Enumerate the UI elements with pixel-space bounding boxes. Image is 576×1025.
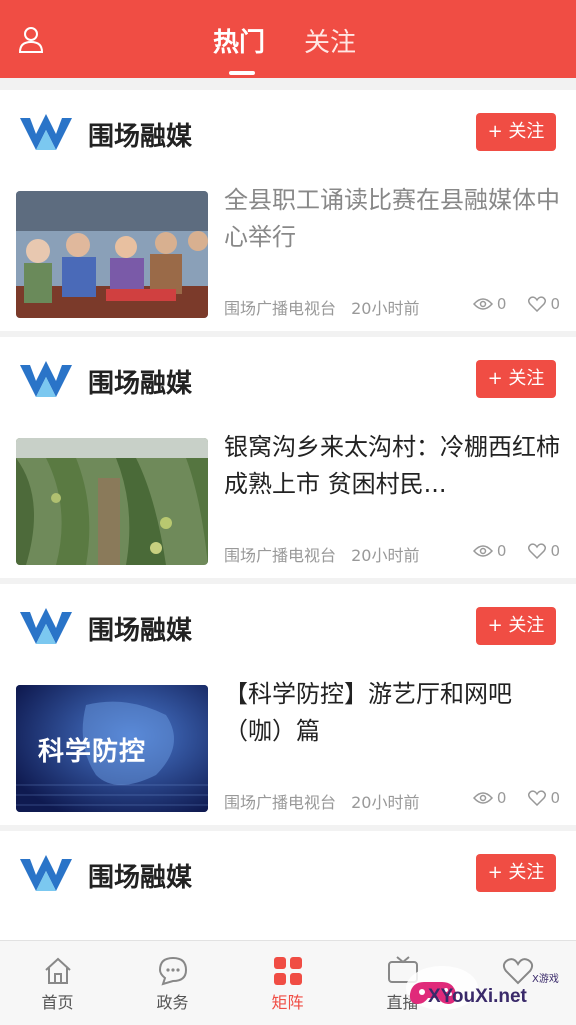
- nav-label: 政务: [156, 993, 189, 1012]
- follow-button[interactable]: + 关注: [476, 360, 556, 398]
- news-title[interactable]: 【科学防控】游艺厅和网吧（咖）篇: [224, 676, 560, 750]
- source-logo: [20, 608, 72, 644]
- news-stats: 0 0: [472, 295, 560, 313]
- like-icon[interactable]: [528, 296, 547, 312]
- source-name[interactable]: 围场融媒: [88, 363, 192, 400]
- publisher-name: 围场广播电视台: [224, 546, 337, 565]
- news-stats: 0 0: [472, 789, 560, 807]
- news-title[interactable]: 全县职工诵读比赛在县融媒体中心举行: [224, 182, 560, 256]
- source-name[interactable]: 围场融媒: [88, 116, 192, 153]
- news-thumbnail[interactable]: [16, 438, 208, 565]
- views-count: 0: [496, 295, 507, 313]
- publish-time: 20小时前: [351, 793, 420, 812]
- home-icon: [45, 957, 71, 984]
- news-card[interactable]: 围场融媒 + 关注 银窝沟乡来太沟村：冷棚西红柿成熟上市 贫困村民... 围场广…: [0, 337, 576, 578]
- views-icon: [472, 298, 493, 310]
- publisher-name: 围场广播电视台: [224, 793, 337, 812]
- source-name[interactable]: 围场融媒: [88, 857, 192, 894]
- follow-button[interactable]: + 关注: [476, 854, 556, 892]
- views-icon: [472, 792, 493, 804]
- nav-label: 矩阵: [271, 993, 304, 1012]
- nav-label: 首页: [41, 993, 74, 1012]
- tab-follow[interactable]: 关注: [304, 22, 356, 59]
- news-thumbnail[interactable]: [16, 191, 208, 318]
- watermark-text: XYouXi.net: [428, 986, 527, 1007]
- tab-hot[interactable]: 热门: [213, 22, 265, 59]
- chat-icon: [158, 956, 188, 986]
- views-count: 0: [496, 789, 507, 807]
- likes-count: 0: [550, 789, 560, 807]
- news-card[interactable]: 围场融媒 + 关注 科学防控 【科学防控】游艺厅和网吧（咖）篇 围场广播电视台 …: [0, 584, 576, 825]
- news-meta: 围场广播电视台 20小时前: [224, 789, 429, 813]
- grid-icon: [274, 957, 302, 985]
- news-title[interactable]: 银窝沟乡来太沟村：冷棚西红柿成熟上市 贫困村民...: [224, 429, 560, 503]
- publish-time: 20小时前: [351, 299, 420, 318]
- news-card[interactable]: 围场融媒 + 关注 全县职工诵读比赛在县融媒体中心举行 围场广播电视台 20小时…: [0, 90, 576, 331]
- news-meta: 围场广播电视台 20小时前: [224, 295, 429, 319]
- source-logo: [20, 361, 72, 397]
- news-thumbnail[interactable]: 科学防控: [16, 685, 208, 812]
- nav-item-matrix[interactable]: 矩阵: [230, 941, 345, 1025]
- source-name[interactable]: 围场融媒: [88, 610, 192, 647]
- publisher-name: 围场广播电视台: [224, 299, 337, 318]
- source-logo: [20, 114, 72, 150]
- like-icon[interactable]: [528, 790, 547, 806]
- nav-item-government[interactable]: 政务: [115, 941, 230, 1025]
- thumbnail-caption: 科学防控: [38, 737, 147, 767]
- follow-button[interactable]: + 关注: [476, 607, 556, 645]
- likes-count: 0: [550, 295, 560, 313]
- news-meta: 围场广播电视台 20小时前: [224, 542, 429, 566]
- source-logo: [20, 855, 72, 891]
- watermark-small-text: X游戏: [532, 974, 559, 985]
- like-icon[interactable]: [528, 543, 547, 559]
- top-bar: 热门 关注: [0, 0, 576, 78]
- nav-item-home[interactable]: 首页: [0, 941, 115, 1025]
- views-count: 0: [496, 542, 507, 560]
- user-profile-icon[interactable]: [16, 24, 46, 54]
- news-card[interactable]: 围场融媒 + 关注: [0, 831, 576, 951]
- active-tab-indicator: [229, 71, 255, 75]
- likes-count: 0: [550, 542, 560, 560]
- follow-button[interactable]: + 关注: [476, 113, 556, 151]
- publish-time: 20小时前: [351, 546, 420, 565]
- news-stats: 0 0: [472, 542, 560, 560]
- views-icon: [472, 545, 493, 557]
